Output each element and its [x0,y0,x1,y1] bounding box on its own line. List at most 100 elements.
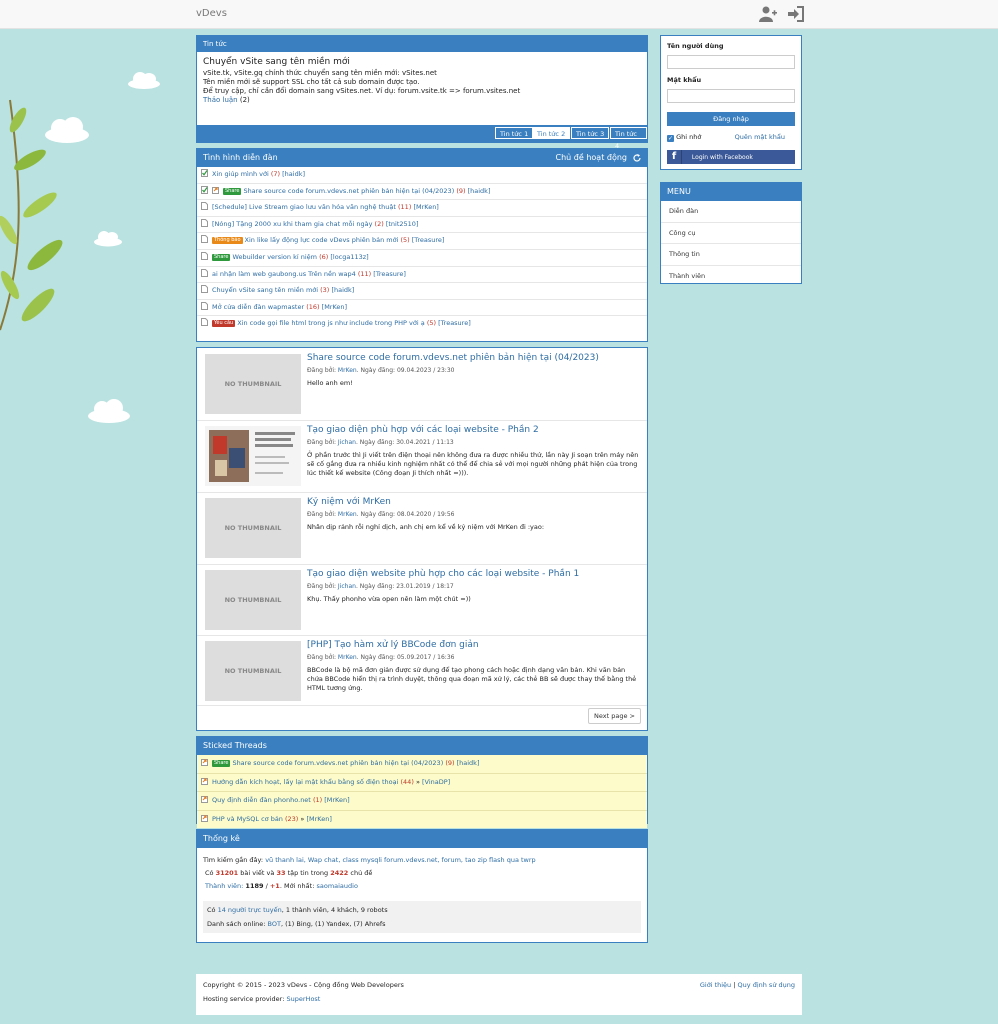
article-author-link[interactable]: MrKen [338,511,357,518]
thread-author-link[interactable]: [MrKen] [322,303,347,311]
sticky-author-link[interactable]: [haidk] [457,759,480,767]
forum-thread-row: [Nóng] Tặng 2000 xu khi tham gia chat mỗ… [197,217,647,234]
thread-author-link[interactable]: [haidk] [468,187,491,195]
last-page-arrow[interactable]: » [300,815,304,823]
thread-reply-count: (11) [357,269,372,278]
username-input[interactable] [667,55,795,69]
thread-title-link[interactable]: ai nhận làm web gaubong.us Trên nền wap4 [212,270,356,278]
article-meta-label: . Ngày đăng: [356,367,397,374]
article-excerpt: BBCode là bộ mã đơn giản được sử dụng để… [307,666,637,692]
thread-author-link[interactable]: [Treasure] [412,236,445,244]
article-date: 05.09.2017 / 16:36 [396,654,455,661]
menu-item-tools[interactable]: Công cụ [661,223,801,244]
menu-item-forum[interactable]: Diễn đàn [661,201,801,223]
article-meta: Đăng bởi: MrKen. Ngày đăng: 09.04.2023 /… [307,367,454,374]
sticky-author-link[interactable]: [MrKen] [324,796,349,804]
sticky-author-link[interactable]: [MrKen] [306,815,331,823]
check-icon [201,185,208,194]
thread-author-link[interactable]: [haidk] [331,286,354,294]
thread-reply-count: (5) [400,236,410,245]
article-author-link[interactable]: Jichan [338,439,356,446]
menu-item-members[interactable]: Thành viên [661,266,801,287]
article-title-link[interactable]: [PHP] Tạo hàm xử lý BBCode đơn giản [307,640,479,650]
tab-news-4[interactable]: Tin tức 4 [610,127,647,150]
tab-news-2[interactable]: Tin tức 2 [532,127,571,139]
remember-checkbox[interactable]: ✓ [667,135,674,142]
article-meta-label: Đăng bởi: [307,439,338,446]
forum-thread-row: Xin giúp mình với (7) [haidk] [197,167,647,184]
refresh-icon[interactable] [633,154,641,162]
article-title-link[interactable]: Share source code forum.vdevs.net phiên … [307,353,599,363]
thread-badge: Share [212,253,231,261]
article-excerpt: Khụ. Thấy phonho vừa open nên làm một ch… [307,595,471,603]
tab-news-1[interactable]: Tin tức 1 [495,127,534,139]
thread-author-link[interactable]: [haidk] [282,170,305,178]
sticky-thread-row: PHP và MySQL cơ bản (23) » [MrKen] [197,810,647,828]
tab-news-3[interactable]: Tin tức 3 [571,127,610,139]
forum-thread-row: [Schedule] Live Stream giao lưu văn hóa … [197,200,647,217]
thread-author-link[interactable]: [tnit2510] [386,220,419,228]
article-author-link[interactable]: Jichan [338,583,356,590]
hosting-link[interactable]: SuperHost [287,995,321,1003]
site-brand[interactable]: vDevs [196,8,227,19]
stats-text: bài viết và [240,869,275,877]
members-link[interactable]: Thành viên: [205,882,243,890]
terms-link[interactable]: Quy định sử dụng [738,981,795,989]
sticky-thread-row: Quy định diễn đàn phonho.net (1) [MrKen] [197,792,647,811]
password-input[interactable] [667,89,795,103]
discuss-count: (2) [239,96,250,104]
news-title: Chuyển vSite sang tên miền mới [203,57,350,67]
sticky-icon [201,796,208,803]
active-threads-link[interactable]: Chủ đề hoạt động [556,149,627,167]
thread-author-link[interactable]: [Treasure] [373,270,406,278]
news-line: Tên miền mới sẽ support SSL cho tất cả s… [203,78,420,86]
newest-member-link[interactable]: saomaiaudio [316,882,357,890]
article-item: NO THUMBNAIL Share source code forum.vdev… [197,348,647,421]
thread-title-link[interactable]: Xin code gọi file html trong js như incl… [237,319,425,327]
last-page-arrow[interactable]: » [416,778,420,786]
article-thumbnail[interactable]: NO THUMBNAIL [205,570,301,630]
check-icon [201,169,208,177]
sticky-title-link[interactable]: PHP và MySQL cơ bản [212,815,283,823]
article-item: NO THUMBNAIL Tạo giao diện website phù hợ… [197,564,647,636]
sticky-title-link[interactable]: Quy định diễn đàn phonho.net [212,796,311,804]
facebook-login-button[interactable]: f Login with Facebook [667,150,795,164]
document-icon [201,218,208,227]
user-plus-icon[interactable] [759,5,777,23]
thread-title-link[interactable]: Share source code forum.vdevs.net phiên … [243,187,454,195]
article-title-link[interactable]: Kỷ niệm với MrKen [307,497,391,507]
sticky-title-link[interactable]: Share source code forum.vdevs.net phiên … [232,759,443,767]
article-thumbnail[interactable]: NO THUMBNAIL [205,354,301,414]
sticky-title-link[interactable]: Hướng dẫn kích hoạt, lấy lại mật khẩu bằ… [212,778,398,786]
forgot-password-link[interactable]: Quên mật khẩu [735,133,785,142]
sticky-reply-count: (23) [285,814,299,823]
article-excerpt: Hello anh em! [307,379,353,387]
article-thumbnail-image[interactable] [205,426,301,486]
sticky-author-link[interactable]: [VinaDP] [422,778,450,786]
article-title-link[interactable]: Tạo giao diện phù hợp với các loại websi… [307,425,539,435]
thread-author-link[interactable]: [locga113z] [330,253,368,261]
thread-title-link[interactable]: Mở cửa diễn đàn wapmaster [212,303,304,311]
about-link[interactable]: Giới thiệu [700,981,731,989]
thread-author-link[interactable]: [MrKen] [413,203,438,211]
article-author-link[interactable]: MrKen [338,367,357,374]
thread-title-link[interactable]: Xin like lấy động lực code vDevs phiên b… [245,236,399,244]
thread-title-link[interactable]: Xin giúp mình với [212,170,269,178]
login-button[interactable]: Đăng nhập [667,112,795,126]
next-page-button[interactable]: Next page > [588,708,641,724]
recent-search-list[interactable]: vũ thanh lai, Wap chat, class mysqli for… [265,856,535,864]
menu-item-info[interactable]: Thông tin [661,244,801,266]
thread-title-link[interactable]: [Nóng] Tặng 2000 xu khi tham gia chat mỗ… [212,220,372,228]
thread-title-link[interactable]: Webuilder version kỉ niệm [232,253,317,261]
sign-in-icon[interactable] [787,5,805,23]
online-users-link[interactable]: 14 người trực tuyến [218,906,282,914]
thread-title-link[interactable]: Chuyển vSite sang tên miền mới [212,286,318,294]
thread-title-link[interactable]: [Schedule] Live Stream giao lưu văn hóa … [212,203,396,211]
article-thumbnail[interactable]: NO THUMBNAIL [205,498,301,558]
article-author-link[interactable]: MrKen [338,654,357,661]
online-bot-link[interactable]: BOT [268,920,281,928]
discuss-link[interactable]: Thảo luận [203,96,238,104]
article-thumbnail[interactable]: NO THUMBNAIL [205,641,301,701]
thread-author-link[interactable]: [Treasure] [438,319,471,327]
article-title-link[interactable]: Tạo giao diện website phù hợp cho các lo… [307,569,579,579]
